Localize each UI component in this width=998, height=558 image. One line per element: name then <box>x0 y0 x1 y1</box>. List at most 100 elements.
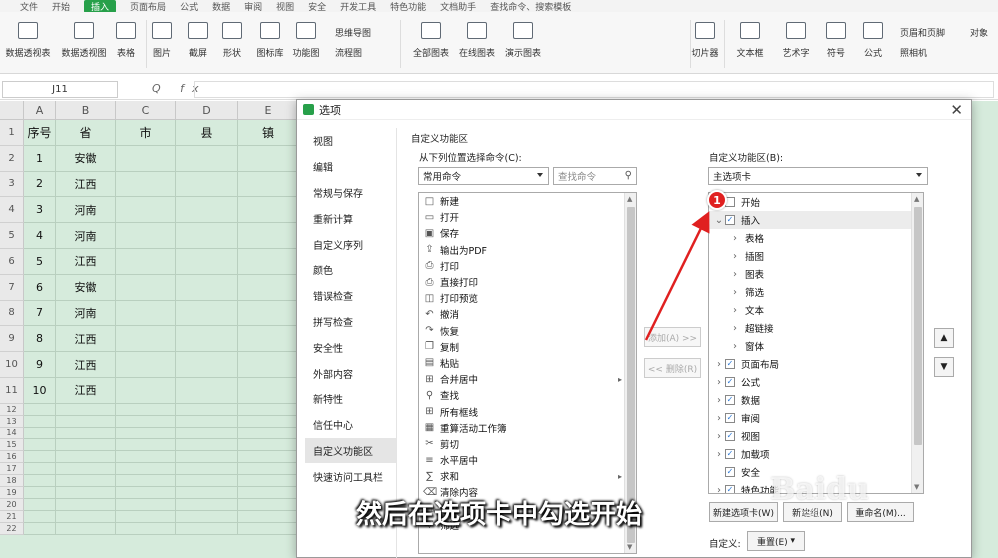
sheet-cell[interactable]: 河南 <box>56 197 116 224</box>
command-item[interactable]: ↷ 恢复 <box>419 323 636 339</box>
sheet-cell[interactable] <box>116 403 176 416</box>
sheet-cell[interactable] <box>238 352 299 378</box>
sheet-cell[interactable] <box>176 248 238 275</box>
sheet-cell[interactable] <box>176 451 238 464</box>
menu-tab[interactable]: 视图 <box>276 0 294 13</box>
sheet-cell[interactable] <box>176 223 238 249</box>
column-header[interactable]: B <box>56 101 116 120</box>
sheet-cell[interactable]: 河南 <box>56 300 116 327</box>
options-nav-item[interactable]: 新特性 <box>305 386 396 412</box>
ribbon-small-button[interactable]: 思维导图 <box>335 26 371 39</box>
sheet-cell[interactable]: 镇 <box>238 120 299 146</box>
sheet-cell[interactable]: 河南 <box>56 223 116 249</box>
options-nav-item[interactable]: 视图 <box>305 128 396 154</box>
expand-chevron-icon[interactable]: › <box>713 359 725 370</box>
row-header[interactable]: 2 <box>0 145 24 172</box>
ribbon-button[interactable]: 演示图表 <box>499 22 547 59</box>
sheet-cell[interactable] <box>238 223 299 249</box>
expand-chevron-icon[interactable]: › <box>713 431 725 442</box>
ribbon-button[interactable]: 数据透视表 <box>4 22 52 59</box>
command-item[interactable]: ∑ 求和 ▸ <box>419 468 636 484</box>
sheet-cell[interactable]: 8 <box>24 326 56 353</box>
menu-tab[interactable]: 审阅 <box>244 0 262 13</box>
row-header[interactable]: 16 <box>0 451 24 464</box>
menu-tab[interactable]: 公式 <box>180 0 198 13</box>
command-item[interactable]: ❐ 复制 <box>419 339 636 355</box>
command-item[interactable]: ⊞ 所有框线 <box>419 403 636 419</box>
command-source-select[interactable]: 常用命令 <box>418 167 549 185</box>
command-item[interactable]: ▤ 粘贴 <box>419 355 636 371</box>
expand-chevron-icon[interactable]: › <box>729 323 741 334</box>
reset-button[interactable]: 重置(E) ▾ <box>747 531 805 551</box>
sheet-cell[interactable] <box>176 145 238 172</box>
command-item[interactable]: ▦ 重算活动工作簿 <box>419 420 636 436</box>
expand-chevron-icon[interactable]: › <box>729 341 741 352</box>
sheet-cell[interactable] <box>116 427 176 440</box>
menu-tab[interactable]: 安全 <box>308 0 326 13</box>
expand-chevron-icon[interactable]: › <box>713 377 725 388</box>
sheet-cell[interactable] <box>176 403 238 416</box>
sheet-cell[interactable]: 3 <box>24 197 56 224</box>
sheet-cell[interactable] <box>116 145 176 172</box>
sheet-cell[interactable]: 序号 <box>24 120 56 146</box>
menu-tab[interactable]: 文件 <box>20 0 38 13</box>
options-nav-item[interactable]: 安全性 <box>305 334 396 360</box>
remove-command-button[interactable]: << 删除(R) <box>644 358 701 378</box>
sheet-cell[interactable] <box>238 274 299 301</box>
menu-tab[interactable]: 开发工具 <box>340 0 376 13</box>
sheet-cell[interactable] <box>24 451 56 464</box>
ribbon-tree-item[interactable]: › 超链接 <box>709 319 923 337</box>
ribbon-button[interactable]: 切片器 <box>681 22 729 59</box>
tab-checkbox[interactable]: ✓ <box>725 413 735 423</box>
ribbon-tree-item[interactable]: › 表格 <box>709 229 923 247</box>
options-nav-item[interactable]: 颜色 <box>305 257 396 283</box>
tab-checkbox[interactable]: ✓ <box>725 395 735 405</box>
scroll-thumb[interactable] <box>627 207 635 543</box>
command-item[interactable]: ⚲ 查找 <box>419 387 636 403</box>
sheet-cell[interactable]: 2 <box>24 171 56 198</box>
ribbon-tree[interactable]: 开始 ⌄ ✓ 插入 › 表格 › 插图 › 图表 › 筛选 › 文本 › 超链接 › 窗体 › ✓ 页面布局 › ✓ 公式 › ✓… <box>708 192 924 494</box>
row-header[interactable]: 14 <box>0 427 24 440</box>
sheet-cell[interactable] <box>238 171 299 198</box>
ribbon-button[interactable]: 功能图 <box>282 22 330 59</box>
sheet-cell[interactable] <box>56 439 116 452</box>
add-command-button[interactable]: 添加(A) >> <box>644 327 701 347</box>
ribbon-tree-item[interactable]: › 筛选 <box>709 283 923 301</box>
ribbon-small-button[interactable]: 照相机 <box>900 46 927 59</box>
options-nav-item[interactable]: 快速访问工具栏 <box>305 463 396 489</box>
sheet-cell[interactable] <box>116 326 176 353</box>
sheet-cell[interactable] <box>116 300 176 327</box>
sheet-cell[interactable] <box>238 463 299 476</box>
tab-checkbox[interactable]: ✓ <box>725 359 735 369</box>
sheet-cell[interactable] <box>238 451 299 464</box>
expand-chevron-icon[interactable]: › <box>729 305 741 316</box>
sheet-cell[interactable] <box>56 427 116 440</box>
options-nav-item[interactable]: 错误检查 <box>305 283 396 309</box>
sheet-cell[interactable] <box>176 377 238 404</box>
move-down-button[interactable]: ▼ <box>934 357 954 377</box>
command-item[interactable]: ◫ 打印预览 <box>419 290 636 306</box>
sheet-cell[interactable] <box>116 171 176 198</box>
row-header[interactable]: 17 <box>0 463 24 476</box>
sheet-cell[interactable] <box>176 439 238 452</box>
sheet-cell[interactable] <box>176 475 238 487</box>
menu-tab[interactable]: 文档助手 <box>440 0 476 13</box>
menu-tab[interactable]: 插入 <box>84 0 117 12</box>
sheet-cell[interactable] <box>116 377 176 404</box>
sheet-cell[interactable] <box>176 274 238 301</box>
tab-checkbox[interactable]: ✓ <box>725 215 735 225</box>
options-nav-item[interactable]: 自定义序列 <box>305 231 396 257</box>
sheet-cell[interactable] <box>24 439 56 452</box>
sheet-cell[interactable]: 县 <box>176 120 238 146</box>
select-all-corner[interactable] <box>0 101 24 120</box>
sheet-cell[interactable] <box>116 463 176 476</box>
ribbon-button[interactable]: 全部图表 <box>407 22 455 59</box>
options-nav-item[interactable]: 自定义功能区 <box>305 437 396 464</box>
sheet-cell[interactable] <box>116 439 176 452</box>
sheet-cell[interactable] <box>56 403 116 416</box>
tab-checkbox[interactable]: ✓ <box>725 485 735 493</box>
options-nav-item[interactable]: 重新计算 <box>305 205 396 231</box>
close-icon[interactable]: ✕ <box>950 101 963 119</box>
options-nav-item[interactable]: 常规与保存 <box>305 180 396 206</box>
expand-chevron-icon[interactable]: › <box>729 251 741 262</box>
